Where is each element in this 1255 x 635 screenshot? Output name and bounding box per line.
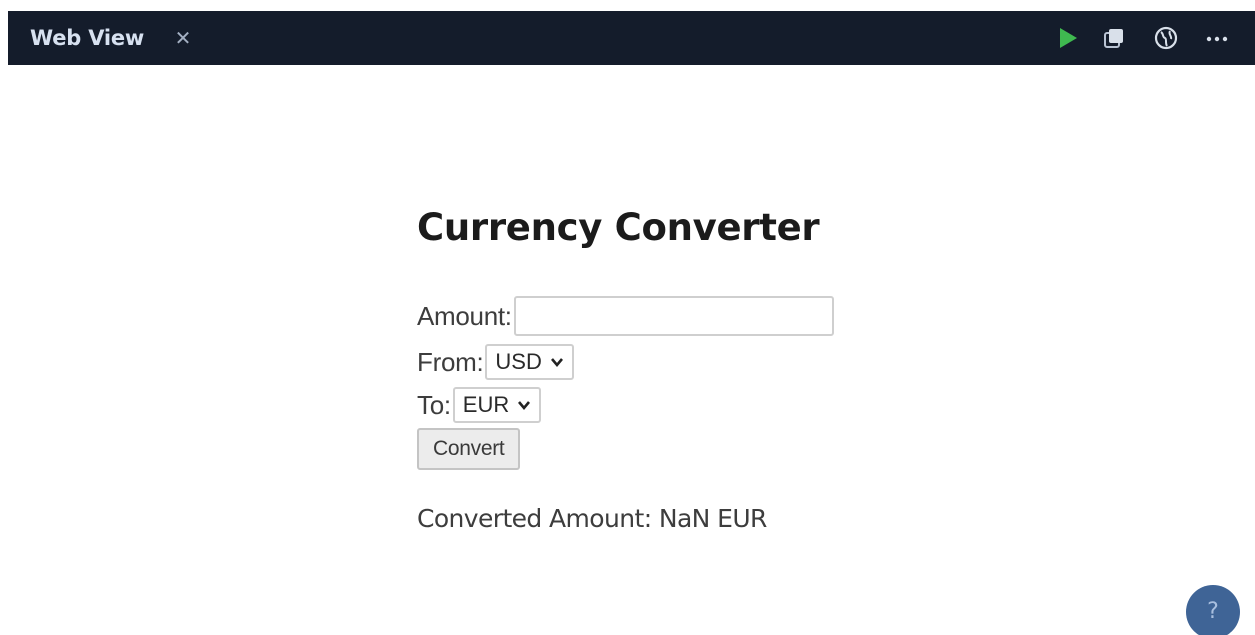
play-icon[interactable] [1055,25,1081,51]
chevron-down-icon [518,401,531,411]
amount-label: Amount: [417,300,512,331]
page-title: Currency Converter [417,206,820,249]
convert-button[interactable]: Convert [417,428,521,470]
to-currency-select[interactable]: EUR [452,387,542,423]
from-currency-value: USD [495,349,542,374]
convert-row: Convert [417,428,521,470]
to-label: To: [417,389,451,420]
from-row: From: USD [417,344,574,380]
tab-close-icon[interactable]: ✕ [174,25,192,51]
to-row: To: EUR [417,387,542,423]
tab-title[interactable]: Web View [30,23,144,53]
more-icon[interactable] [1204,25,1230,51]
converter-form: Currency Converter Amount: From: USD To:… [417,196,917,533]
amount-input[interactable] [513,296,834,336]
copy-icon[interactable] [1101,25,1127,51]
converted-amount-text: Converted Amount: NaN EUR [417,504,767,533]
chevron-down-icon [550,358,563,368]
globe-icon[interactable] [1153,25,1179,51]
from-label: From: [417,346,484,377]
help-button[interactable]: ? [1186,585,1240,635]
from-currency-select[interactable]: USD [485,344,574,380]
amount-row: Amount: [417,296,834,336]
webview-tab-bar: Web View ✕ [8,11,1255,65]
to-currency-value: EUR [462,392,510,417]
